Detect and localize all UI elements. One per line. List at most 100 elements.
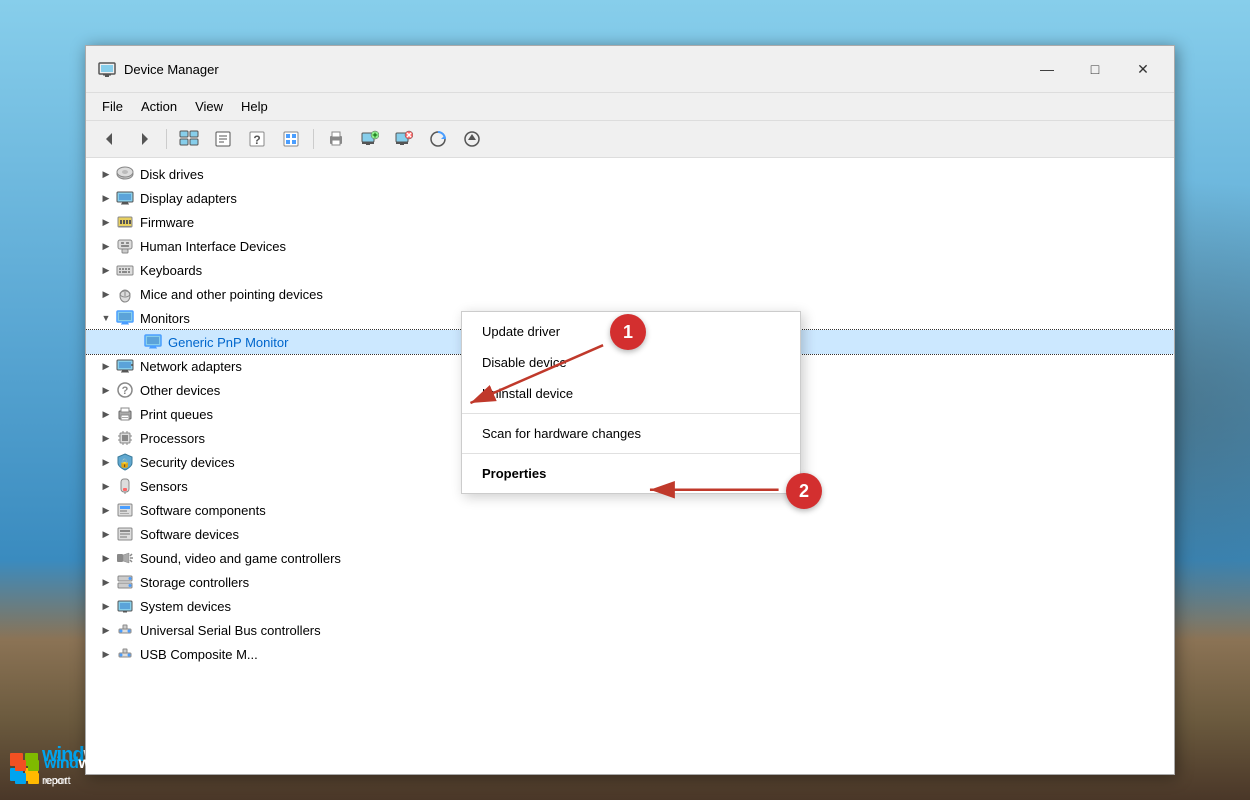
svg-text:?: ? xyxy=(253,133,260,147)
context-menu-sep-2 xyxy=(462,453,800,454)
menu-action[interactable]: Action xyxy=(133,95,185,118)
context-menu-sep-1 xyxy=(462,413,800,414)
expand-hid[interactable]: ▶ xyxy=(98,238,114,254)
disk-drives-icon xyxy=(116,165,134,183)
resource-button[interactable] xyxy=(275,125,307,153)
forward-button[interactable] xyxy=(128,125,160,153)
hid-label: Human Interface Devices xyxy=(140,239,1166,254)
print-button[interactable] xyxy=(320,125,352,153)
svg-text:🔒: 🔒 xyxy=(119,458,130,468)
system-devices-icon xyxy=(116,597,134,615)
tree-item-mice[interactable]: ▶ Mice and other pointing devices xyxy=(86,282,1174,306)
brand-logo: windws report xyxy=(15,756,99,788)
title-bar-left: Device Manager xyxy=(98,60,219,78)
software-components-label: Software components xyxy=(140,503,1166,518)
expand-keyboards[interactable]: ▶ xyxy=(98,262,114,278)
uninstall-icon-button[interactable] xyxy=(388,125,420,153)
help-button[interactable]: ? xyxy=(241,125,273,153)
expand-system-devices[interactable]: ▶ xyxy=(98,598,114,614)
tree-item-software-devices[interactable]: ▶ Software devices xyxy=(86,522,1174,546)
sound-video-label: Sound, video and game controllers xyxy=(140,551,1166,566)
add-hardware-button[interactable]: + xyxy=(354,125,386,153)
storage-controllers-icon xyxy=(116,573,134,591)
svg-text:?: ? xyxy=(122,385,129,397)
system-devices-label: System devices xyxy=(140,599,1166,614)
update-icon-button[interactable] xyxy=(456,125,488,153)
security-devices-icon: 🔒 xyxy=(116,453,134,471)
usb-composite-label: USB Composite M... xyxy=(140,647,1166,662)
annotation-2: 2 xyxy=(786,473,822,509)
expand-software-devices[interactable]: ▶ xyxy=(98,526,114,542)
context-menu-properties[interactable]: Properties xyxy=(462,458,800,489)
maximize-button[interactable]: □ xyxy=(1072,54,1118,84)
storage-controllers-label: Storage controllers xyxy=(140,575,1166,590)
processors-icon xyxy=(116,429,134,447)
mice-icon xyxy=(116,285,134,303)
expand-print-queues[interactable]: ▶ xyxy=(98,406,114,422)
context-menu-uninstall-device[interactable]: Uninstall device xyxy=(462,378,800,409)
tree-item-software-components[interactable]: ▶ Software components xyxy=(86,498,1174,522)
tree-item-disk-drives[interactable]: ▶ Disk drives xyxy=(86,162,1174,186)
expand-sensors[interactable]: ▶ xyxy=(98,478,114,494)
expand-firmware[interactable]: ▶ xyxy=(98,214,114,230)
close-button[interactable]: ✕ xyxy=(1120,54,1166,84)
other-devices-icon: ? xyxy=(116,381,134,399)
expand-other-devices[interactable]: ▶ xyxy=(98,382,114,398)
tree-item-system-devices[interactable]: ▶ System devices xyxy=(86,594,1174,618)
tree-item-firmware[interactable]: ▶ Firmware xyxy=(86,210,1174,234)
hid-icon xyxy=(116,237,134,255)
tree-item-display-adapters[interactable]: ▶ Display adapters xyxy=(86,186,1174,210)
toolbar-sep-2 xyxy=(313,129,314,149)
title-bar-controls: — □ ✕ xyxy=(1024,54,1166,84)
menu-file[interactable]: File xyxy=(94,95,131,118)
device-manager-window: Device Manager — □ ✕ File Action View He… xyxy=(85,45,1175,775)
disk-drives-label: Disk drives xyxy=(140,167,1166,182)
expand-display-adapters[interactable]: ▶ xyxy=(98,190,114,206)
usb-controllers-label: Universal Serial Bus controllers xyxy=(140,623,1166,638)
details-button[interactable] xyxy=(207,125,239,153)
expand-processors[interactable]: ▶ xyxy=(98,430,114,446)
expand-security-devices[interactable]: ▶ xyxy=(98,454,114,470)
tree-item-storage-controllers[interactable]: ▶ Storage controllers xyxy=(86,570,1174,594)
tree-item-sound-video[interactable]: ▶ Sound, video and game controllers xyxy=(86,546,1174,570)
tree-item-usb-controllers[interactable]: ▶ Universal Serial Bus controllers xyxy=(86,618,1174,642)
expand-mice[interactable]: ▶ xyxy=(98,286,114,302)
display-adapters-label: Display adapters xyxy=(140,191,1166,206)
window-title: Device Manager xyxy=(124,62,219,77)
firmware-label: Firmware xyxy=(140,215,1166,230)
overview-button[interactable] xyxy=(173,125,205,153)
svg-text:+: + xyxy=(372,130,377,140)
expand-usb-controllers[interactable]: ▶ xyxy=(98,622,114,638)
expand-network-adapters[interactable]: ▶ xyxy=(98,358,114,374)
scan-button[interactable] xyxy=(422,125,454,153)
expand-storage-controllers[interactable]: ▶ xyxy=(98,574,114,590)
expand-software-components[interactable]: ▶ xyxy=(98,502,114,518)
expand-monitors[interactable]: ▼ xyxy=(98,310,114,326)
firmware-icon xyxy=(116,213,134,231)
brand-name: windws report xyxy=(44,756,99,788)
menu-bar: File Action View Help xyxy=(86,93,1174,121)
tree-item-usb-composite[interactable]: ▶ USB Composite M... xyxy=(86,642,1174,666)
print-queues-icon xyxy=(116,405,134,423)
monitors-icon xyxy=(116,309,134,327)
back-button[interactable] xyxy=(94,125,126,153)
software-devices-icon xyxy=(116,525,134,543)
annotation-1: 1 xyxy=(610,314,646,350)
expand-disk-drives[interactable]: ▶ xyxy=(98,166,114,182)
context-menu-scan-changes[interactable]: Scan for hardware changes xyxy=(462,418,800,449)
expand-sound-video[interactable]: ▶ xyxy=(98,550,114,566)
menu-help[interactable]: Help xyxy=(233,95,276,118)
software-devices-label: Software devices xyxy=(140,527,1166,542)
tree-item-hid[interactable]: ▶ Human Interface Devices xyxy=(86,234,1174,258)
tree-item-keyboards[interactable]: ▶ Keyboards xyxy=(86,258,1174,282)
software-components-icon xyxy=(116,501,134,519)
menu-view[interactable]: View xyxy=(187,95,231,118)
sound-video-icon xyxy=(116,549,134,567)
sensors-icon xyxy=(116,477,134,495)
context-menu-disable-device[interactable]: Disable device xyxy=(462,347,800,378)
keyboards-icon xyxy=(116,261,134,279)
expand-usb-composite[interactable]: ▶ xyxy=(98,646,114,662)
minimize-button[interactable]: — xyxy=(1024,54,1070,84)
network-adapters-icon xyxy=(116,357,134,375)
keyboards-label: Keyboards xyxy=(140,263,1166,278)
